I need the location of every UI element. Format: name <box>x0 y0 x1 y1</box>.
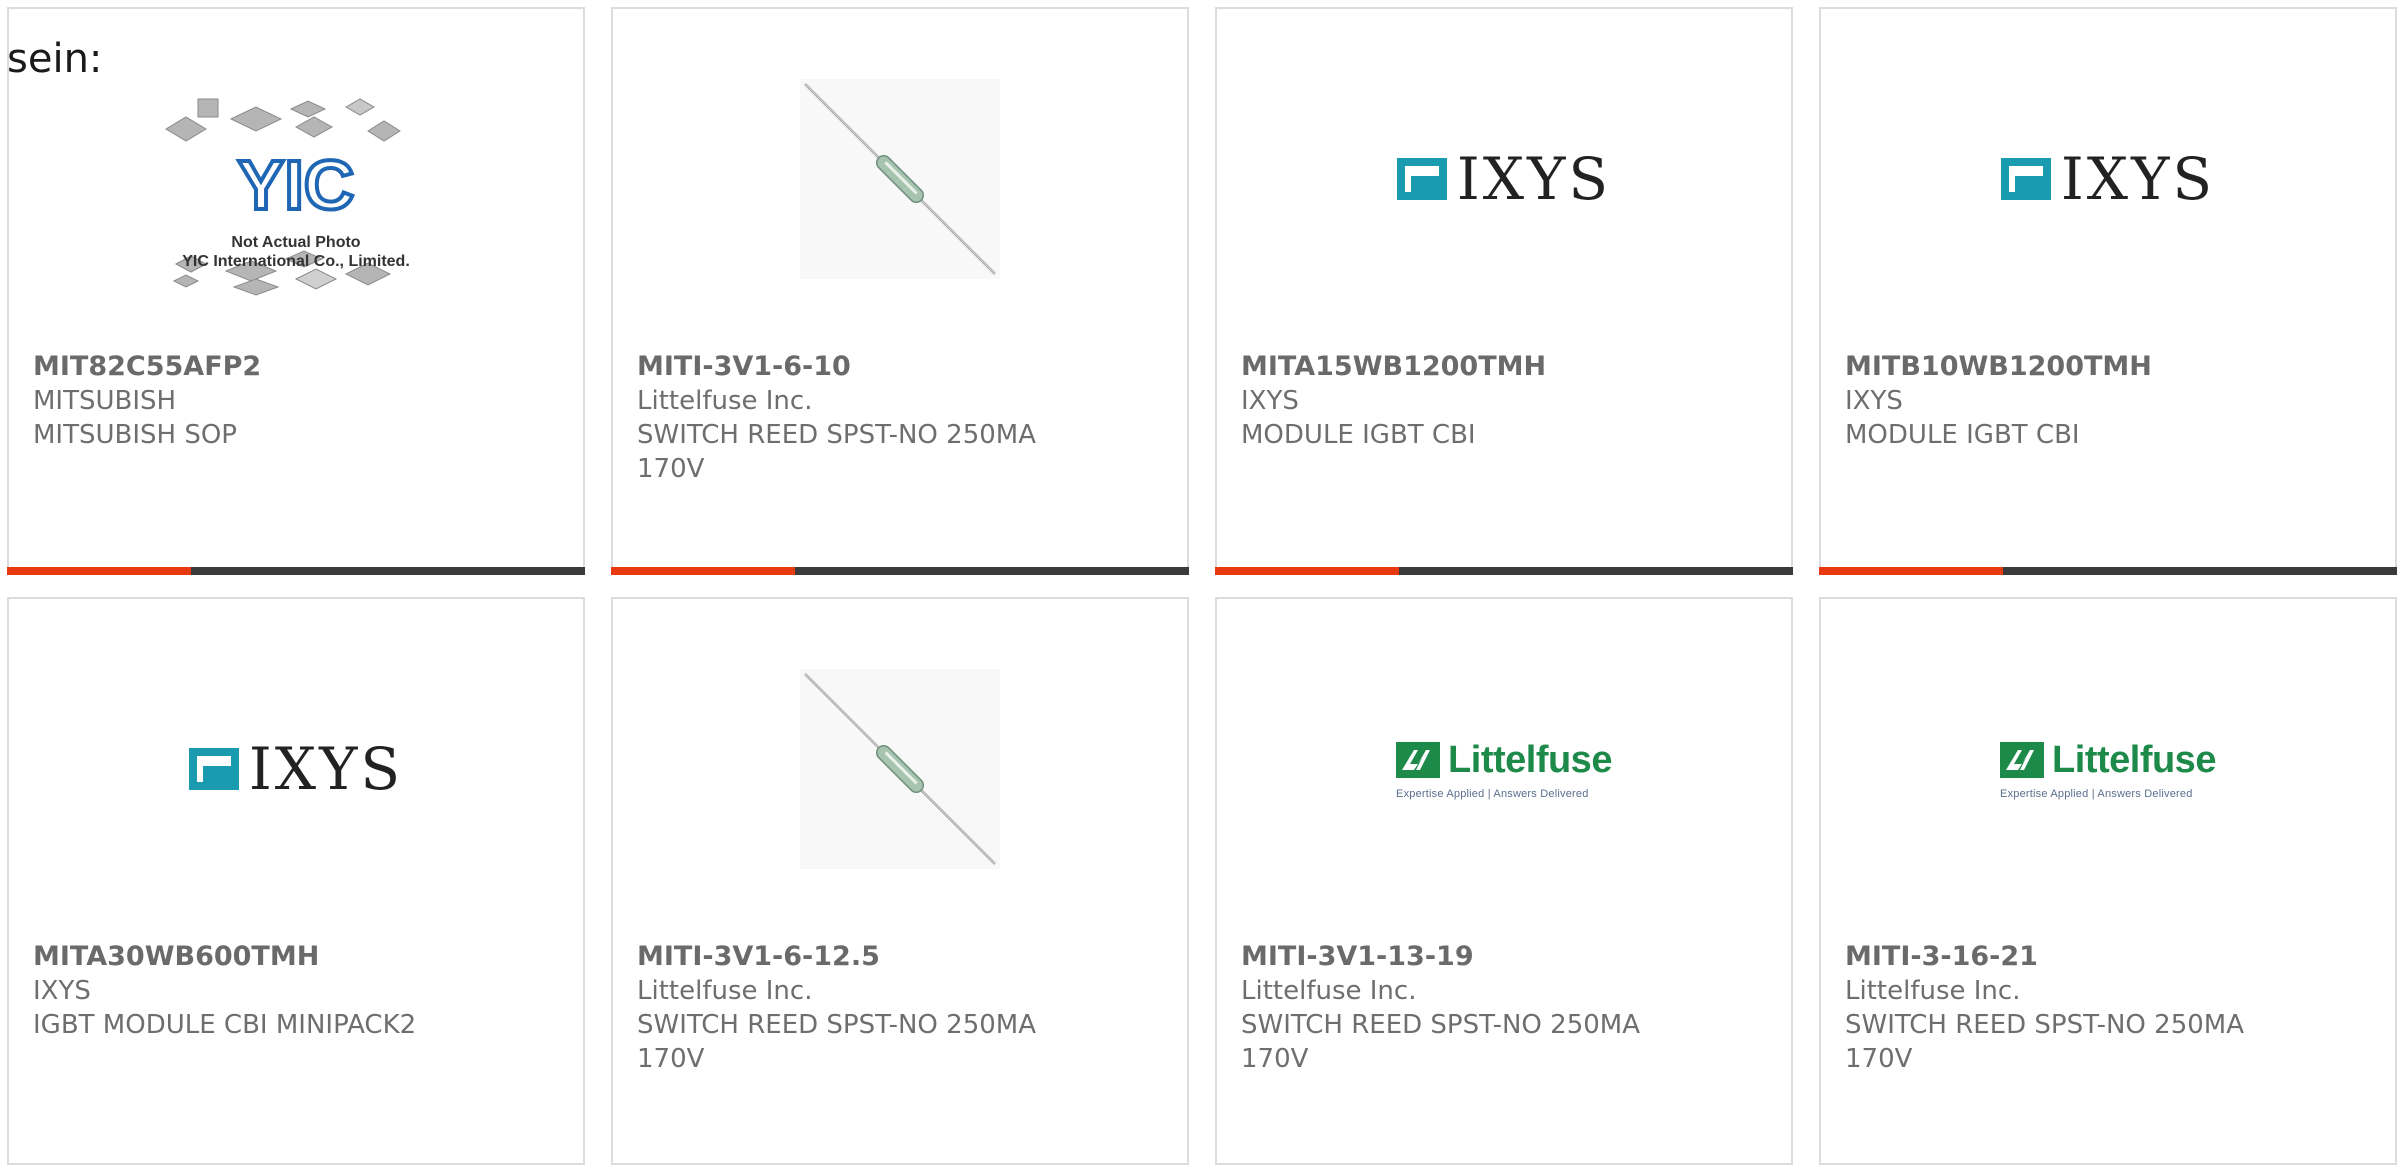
ixys-wordmark: IXYS <box>2060 145 2216 213</box>
product-grid: YIC Not Actual Photo YIC International C… <box>7 7 2400 1165</box>
description: SWITCH REED SPST-NO 250MA 170V <box>637 1010 1037 1074</box>
littelfuse-tagline: Expertise Applied | Answers Delivered <box>1396 787 1589 800</box>
littelfuse-logo: Littelfuse Expertise Applied | Answers D… <box>1396 739 1612 800</box>
littelfuse-logo: Littelfuse Expertise Applied | Answers D… <box>2000 739 2216 800</box>
manufacturer: Littelfuse Inc. <box>1845 976 2021 1006</box>
ixys-logo: IXYS <box>188 735 404 803</box>
ixys-logo: IXYS <box>2000 145 2216 213</box>
description: IGBT MODULE CBI MINIPACK2 <box>33 1010 417 1040</box>
reed-switch-image <box>800 79 1000 279</box>
card-bar <box>1215 567 1793 575</box>
part-number[interactable]: MIT82C55AFP2 <box>33 350 559 384</box>
part-number[interactable]: MITI-3V1-6-10 <box>637 350 1163 384</box>
ixys-logo: IXYS <box>1396 145 1612 213</box>
product-card[interactable]: MITI-3V1-6-10 Littelfuse Inc. SWITCH REE… <box>611 7 1189 575</box>
littelfuse-mark-icon <box>1396 742 1441 778</box>
product-image <box>613 599 1187 939</box>
littelfuse-wordmark: Littelfuse <box>2052 738 2216 781</box>
part-number[interactable]: MITI-3V1-6-12.5 <box>637 940 1163 974</box>
placeholder-line2: YIC International Co., Limited. <box>182 253 410 270</box>
product-card[interactable]: IXYS MITB10WB1200TMH IXYS MODULE IGBT CB… <box>1819 7 2397 575</box>
ixys-mark-icon <box>188 748 239 790</box>
placeholder-line1: Not Actual Photo <box>231 234 361 251</box>
yic-brand: YIC <box>238 146 355 224</box>
product-card[interactable]: IXYS MITA30WB600TMH IXYS IGBT MODULE CBI… <box>7 597 585 1165</box>
ixys-wordmark: IXYS <box>248 735 404 803</box>
ixys-wordmark: IXYS <box>1456 145 1612 213</box>
description: MITSUBISH SOP <box>33 420 237 450</box>
littelfuse-tagline: Expertise Applied | Answers Delivered <box>2000 787 2193 800</box>
product-image: IXYS <box>1217 9 1791 349</box>
product-image <box>613 9 1187 349</box>
card-bar <box>1819 567 2397 575</box>
product-card[interactable]: YIC Not Actual Photo YIC International C… <box>7 7 585 575</box>
part-number[interactable]: MITB10WB1200TMH <box>1845 350 2371 384</box>
manufacturer: IXYS <box>1241 386 1299 416</box>
product-card[interactable]: IXYS MITA15WB1200TMH IXYS MODULE IGBT CB… <box>1215 7 1793 575</box>
manufacturer: MITSUBISH <box>33 386 177 416</box>
part-number[interactable]: MITI-3V1-13-19 <box>1241 940 1767 974</box>
product-image: Littelfuse Expertise Applied | Answers D… <box>1821 599 2395 939</box>
product-image: IXYS <box>1821 9 2395 349</box>
ixys-mark-icon <box>2000 158 2051 200</box>
product-image: IXYS <box>9 599 583 939</box>
reed-switch-image <box>800 669 1000 869</box>
part-number[interactable]: MITI-3-16-21 <box>1845 940 2371 974</box>
ixys-mark-icon <box>1396 158 1447 200</box>
littelfuse-wordmark: Littelfuse <box>1448 738 1612 781</box>
intro-text: sein: <box>7 36 103 82</box>
littelfuse-mark-icon <box>2000 742 2045 778</box>
manufacturer: Littelfuse Inc. <box>637 386 813 416</box>
card-bar <box>611 567 1189 575</box>
part-number[interactable]: MITA30WB600TMH <box>33 940 559 974</box>
placeholder-caption: Not Actual Photo YIC International Co., … <box>9 233 583 271</box>
manufacturer: IXYS <box>33 976 91 1006</box>
description: SWITCH REED SPST-NO 250MA 170V <box>637 420 1037 484</box>
part-number[interactable]: MITA15WB1200TMH <box>1241 350 1767 384</box>
product-card[interactable]: MITI-3V1-6-12.5 Littelfuse Inc. SWITCH R… <box>611 597 1189 1165</box>
manufacturer: IXYS <box>1845 386 1903 416</box>
card-bar <box>7 567 585 575</box>
product-image: Littelfuse Expertise Applied | Answers D… <box>1217 599 1791 939</box>
description: MODULE IGBT CBI <box>1241 420 1476 450</box>
manufacturer: Littelfuse Inc. <box>1241 976 1417 1006</box>
description: SWITCH REED SPST-NO 250MA 170V <box>1845 1010 2245 1074</box>
description: MODULE IGBT CBI <box>1845 420 2080 450</box>
manufacturer: Littelfuse Inc. <box>637 976 813 1006</box>
product-card[interactable]: Littelfuse Expertise Applied | Answers D… <box>1215 597 1793 1165</box>
description: SWITCH REED SPST-NO 250MA 170V <box>1241 1010 1641 1074</box>
product-card[interactable]: Littelfuse Expertise Applied | Answers D… <box>1819 597 2397 1165</box>
